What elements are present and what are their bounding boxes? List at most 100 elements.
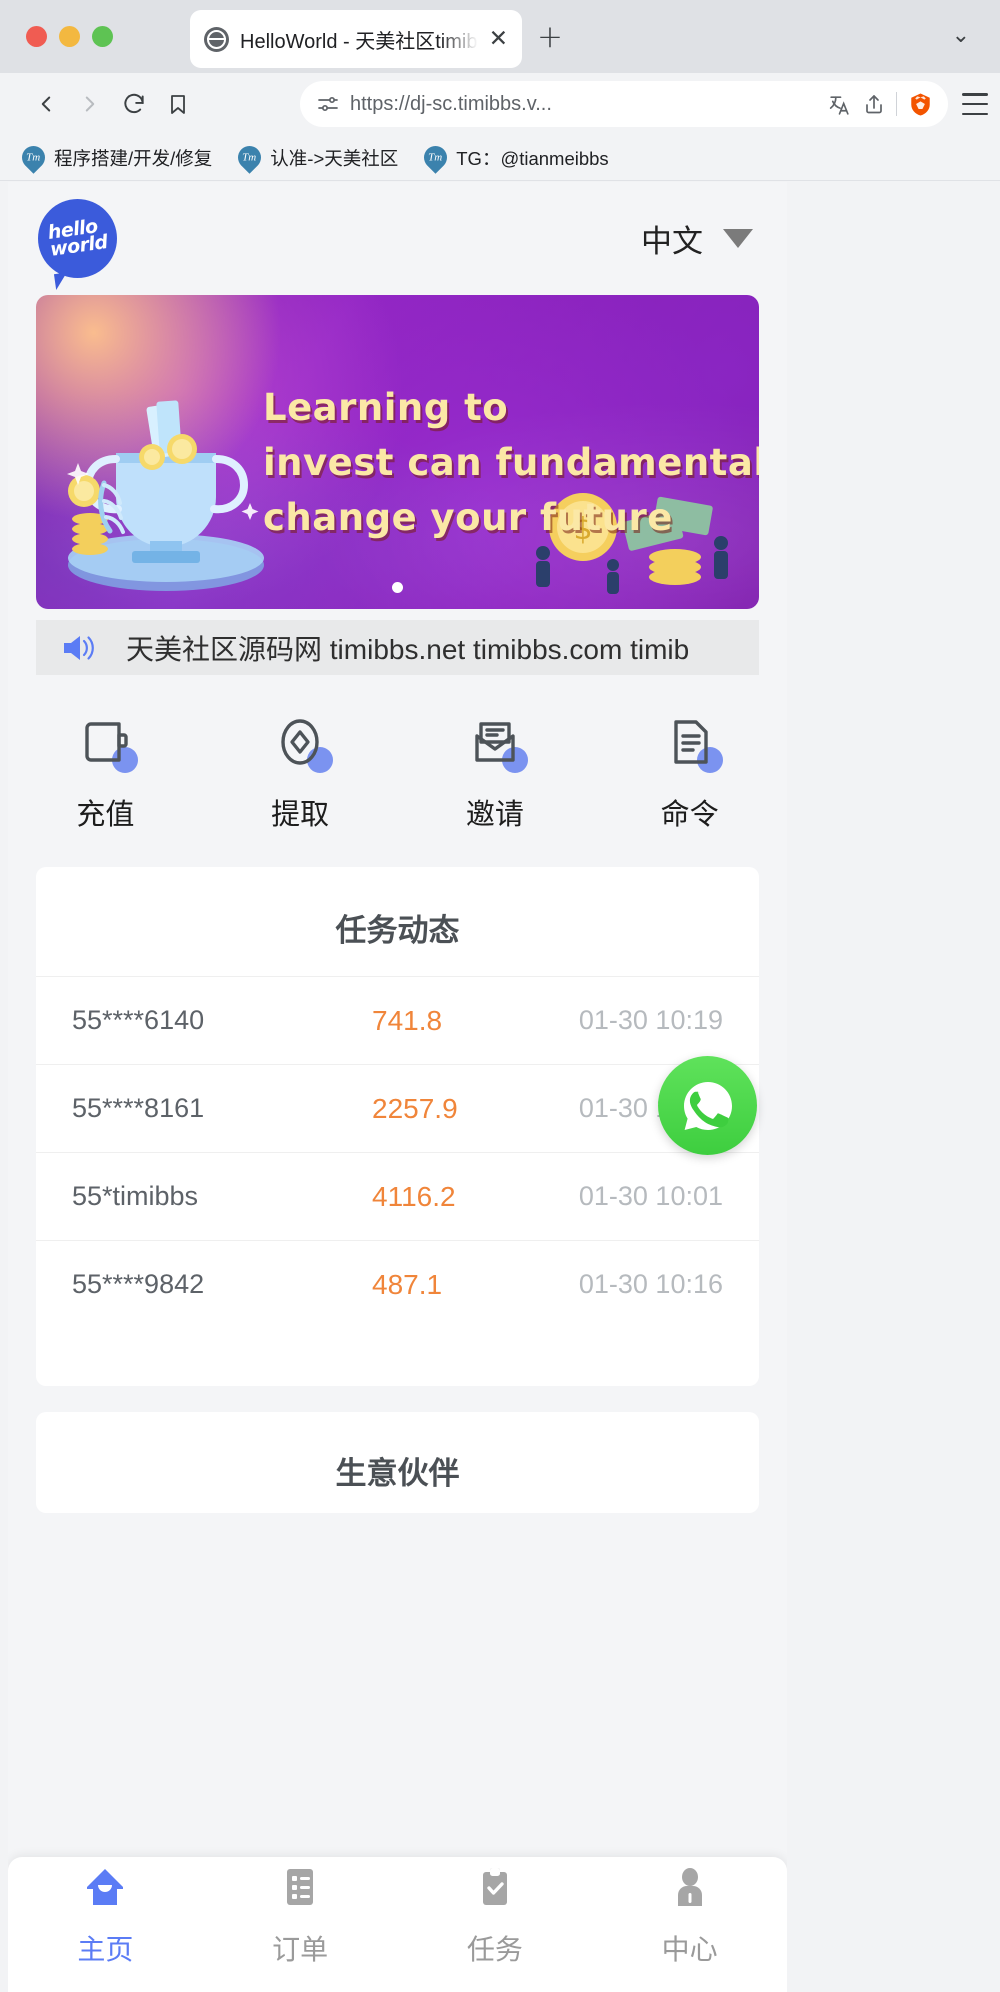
quick-menu-item-invite[interactable]: 邀请 bbox=[398, 713, 593, 833]
quick-menu-item-recharge[interactable]: 充值 bbox=[8, 713, 203, 833]
close-window-button[interactable] bbox=[26, 26, 47, 47]
tab-center[interactable]: 中心 bbox=[592, 1857, 787, 1992]
announcement-text: 天美社区源码网 timibbs.net timibbs.com timib bbox=[126, 633, 690, 665]
tab-tasks[interactable]: 任务 bbox=[398, 1857, 593, 1992]
tab-label: 订单 bbox=[272, 1934, 329, 1965]
address-bar[interactable]: https://dj-sc.timibbs.v... bbox=[300, 81, 948, 127]
task-user: 55****9842 bbox=[72, 1269, 205, 1299]
browser-menu-button[interactable] bbox=[958, 89, 992, 119]
window-controls bbox=[26, 26, 113, 47]
timibbs-icon: Tm bbox=[233, 141, 267, 174]
reload-button[interactable] bbox=[112, 82, 156, 126]
forward-button[interactable] bbox=[68, 82, 112, 126]
browser-window: HelloWorld - 天美社区timibbs.n ✕ + ⌄ https:/… bbox=[0, 0, 1000, 1992]
chevron-down-icon[interactable]: ⌄ bbox=[952, 24, 970, 46]
carousel-dot-active[interactable] bbox=[392, 582, 403, 593]
toolbar-divider bbox=[896, 92, 897, 116]
document-icon bbox=[661, 713, 723, 773]
tab-orders[interactable]: 订单 bbox=[203, 1857, 398, 1992]
brave-shields-icon[interactable] bbox=[907, 91, 934, 118]
tab-title: HelloWorld - 天美社区timibbs.n bbox=[240, 30, 478, 53]
banner-headline: Learning to invest can fundamentally cha… bbox=[263, 381, 759, 545]
carousel-dots[interactable] bbox=[36, 582, 759, 593]
bookmark-label: 认准->天美社区 bbox=[270, 147, 399, 169]
close-tab-icon[interactable]: ✕ bbox=[489, 27, 508, 51]
task-time: 01-30 10:19 bbox=[578, 1005, 723, 1035]
tab-label: 任务 bbox=[466, 1934, 523, 1965]
table-row: 55*timibbs 4116.2 01-30 10:01 bbox=[36, 1152, 759, 1240]
bookmark-label: TG：@tianmeibbs bbox=[456, 147, 609, 169]
wallet-icon bbox=[76, 713, 139, 773]
browser-tab[interactable]: HelloWorld - 天美社区timibbs.n ✕ bbox=[190, 10, 522, 68]
banner-line-3: change your future bbox=[263, 495, 673, 539]
card-title: 生意伙伴 bbox=[335, 1456, 460, 1491]
minimize-window-button[interactable] bbox=[59, 26, 80, 47]
tab-label: 主页 bbox=[77, 1934, 134, 1965]
tab-home[interactable]: 主页 bbox=[8, 1857, 203, 1992]
timibbs-icon: Tm bbox=[17, 141, 50, 174]
card-footer-spacer bbox=[36, 1328, 759, 1386]
table-row: 55****8161 2257.9 01-30 10:18 bbox=[36, 1064, 759, 1152]
task-amount: 487.1 bbox=[372, 1268, 443, 1300]
quick-menu-item-withdraw[interactable]: 提取 bbox=[203, 713, 398, 833]
chevron-down-icon bbox=[723, 229, 753, 248]
task-user: 55****8161 bbox=[72, 1093, 205, 1123]
bookmark-item[interactable]: Tm 认准->天美社区 bbox=[233, 141, 399, 174]
quick-menu-item-command[interactable]: 命令 bbox=[592, 713, 787, 833]
logo-text: hello world bbox=[46, 215, 109, 261]
browser-toolbar: https://dj-sc.timibbs.v... bbox=[0, 73, 1000, 135]
hello-world-logo[interactable]: hello world bbox=[38, 199, 117, 278]
home-icon bbox=[81, 1863, 129, 1916]
back-button[interactable] bbox=[24, 82, 68, 126]
task-amount: 741.8 bbox=[372, 1004, 443, 1036]
quick-menu: 充值 提取 邀请 命令 bbox=[8, 675, 787, 867]
speaker-icon bbox=[60, 632, 98, 664]
envelope-icon bbox=[466, 713, 528, 773]
maximize-window-button[interactable] bbox=[92, 26, 113, 47]
globe-favicon-icon bbox=[204, 26, 229, 52]
translate-icon[interactable] bbox=[827, 92, 852, 117]
timibbs-icon: Tm bbox=[419, 141, 453, 174]
bookmarks-bar: Tm 程序搭建/开发/修复 Tm 认准->天美社区 Tm TG：@tianmei… bbox=[0, 135, 1000, 181]
task-user: 55*timibbs bbox=[72, 1181, 199, 1211]
task-amount: 4116.2 bbox=[372, 1180, 456, 1212]
page-viewport: hello world 中文 $ Learning to invest can … bbox=[8, 182, 787, 1992]
site-header: hello world 中文 bbox=[8, 182, 787, 295]
site-settings-icon[interactable] bbox=[316, 92, 340, 116]
share-icon[interactable] bbox=[862, 92, 886, 116]
whatsapp-icon[interactable] bbox=[658, 1056, 757, 1155]
bookmark-label: 程序搭建/开发/修复 bbox=[54, 147, 213, 169]
bottom-tabbar: 主页 订单 任务 中心 bbox=[8, 1857, 787, 1992]
url-text: https://dj-sc.timibbs.v... bbox=[350, 92, 552, 115]
bookmark-item[interactable]: Tm TG：@tianmeibbs bbox=[419, 141, 609, 174]
bookmark-button[interactable] bbox=[156, 82, 200, 126]
bookmark-item[interactable]: Tm 程序搭建/开发/修复 bbox=[17, 141, 213, 174]
quick-menu-label: 命令 bbox=[660, 799, 719, 831]
trophy-illustration bbox=[67, 400, 264, 591]
quick-menu-label: 邀请 bbox=[465, 799, 524, 831]
language-selector[interactable]: 中文 bbox=[641, 216, 753, 261]
quick-menu-label: 提取 bbox=[271, 799, 330, 831]
task-amount: 2257.9 bbox=[372, 1092, 458, 1124]
task-time: 01-30 10:16 bbox=[578, 1269, 723, 1299]
tab-label: 中心 bbox=[661, 1934, 718, 1965]
announcement-bar[interactable]: 天美社区源码网 timibbs.net timibbs.com timib bbox=[36, 620, 759, 675]
user-icon bbox=[666, 1863, 714, 1916]
banner-line-2: invest can fundamentally bbox=[263, 440, 759, 484]
card-title: 任务动态 bbox=[335, 913, 460, 948]
table-row: 55****9842 487.1 01-30 10:16 bbox=[36, 1240, 759, 1328]
orders-icon bbox=[276, 1863, 324, 1916]
task-time: 01-30 10:01 bbox=[578, 1181, 723, 1211]
language-value: 中文 bbox=[641, 224, 703, 259]
task-user: 55****6140 bbox=[72, 1005, 205, 1035]
diamond-icon bbox=[271, 713, 334, 773]
quick-menu-label: 充值 bbox=[76, 799, 135, 831]
new-tab-button[interactable]: + bbox=[537, 22, 563, 53]
browser-tab-strip: HelloWorld - 天美社区timibbs.n ✕ + ⌄ bbox=[0, 0, 1000, 73]
promo-banner[interactable]: $ Learning to invest can fundamentally c… bbox=[36, 295, 759, 609]
banner-line-1: Learning to bbox=[263, 386, 509, 429]
business-partner-card: 生意伙伴 bbox=[36, 1412, 759, 1513]
tasks-icon bbox=[471, 1863, 519, 1916]
task-activity-card: 任务动态 55****6140 741.8 01-30 10:19 55****… bbox=[36, 867, 759, 1386]
table-row: 55****6140 741.8 01-30 10:19 bbox=[36, 976, 759, 1064]
